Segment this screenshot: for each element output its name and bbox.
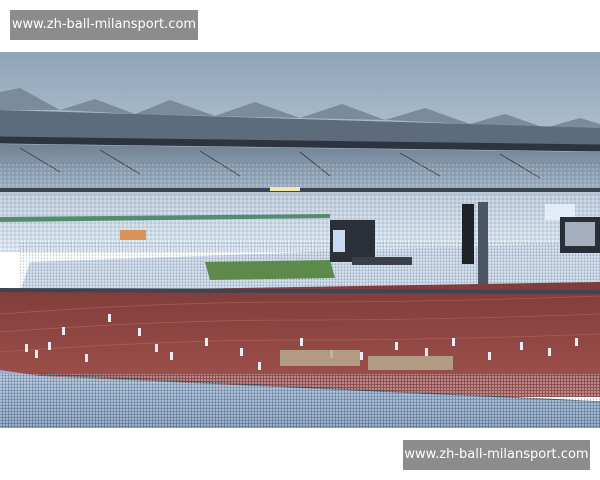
upper-crowd: [0, 162, 600, 190]
light-tower: [478, 202, 488, 297]
stand-light: [270, 187, 300, 191]
glass-railing: [0, 288, 600, 294]
watermark-top: www.zh-ball-milansport.com: [10, 10, 198, 40]
stadium-photo: [0, 52, 600, 428]
near-crowd: [0, 374, 600, 428]
stand-banner: [120, 230, 146, 240]
pitch-grass: [205, 260, 335, 280]
stadium-photo-svg: [0, 52, 600, 428]
barricade-left: [280, 350, 360, 366]
barricade-right: [368, 356, 453, 370]
watermark-bottom: www.zh-ball-milansport.com: [403, 440, 590, 470]
speaker-tower: [462, 204, 474, 264]
